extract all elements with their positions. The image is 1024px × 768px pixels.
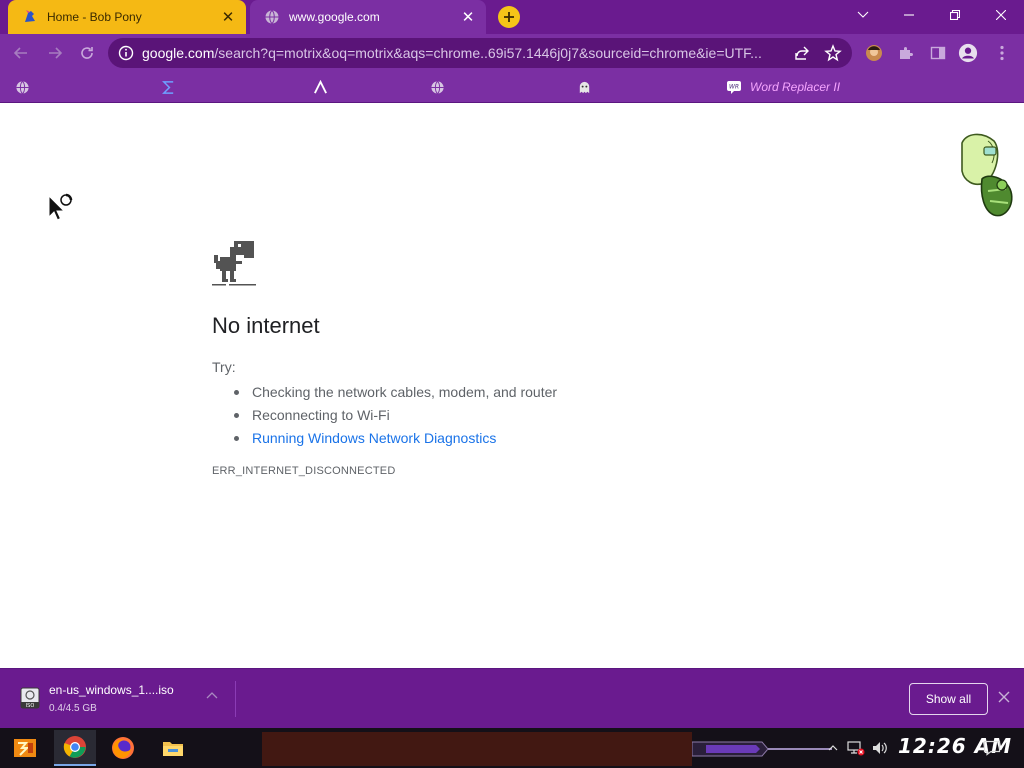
download-shelf: ISO en-us_windows_1....iso 0.4/4.5 GB Sh… xyxy=(0,668,1024,728)
download-item[interactable]: ISO en-us_windows_1....iso 0.4/4.5 GB xyxy=(18,681,236,717)
suggestion-item: Checking the network cables, modem, and … xyxy=(234,381,557,404)
show-all-downloads-button[interactable]: Show all xyxy=(909,683,988,715)
globe-icon xyxy=(265,10,279,24)
bookmark-4[interactable] xyxy=(429,77,453,97)
file-explorer-icon xyxy=(163,742,183,756)
bookmark-2[interactable] xyxy=(160,77,184,97)
offline-dino-icon xyxy=(212,241,256,286)
forward-arrow-icon xyxy=(49,47,63,59)
tab-close-button[interactable]: ✕ xyxy=(460,9,476,26)
desktop-mascot-character xyxy=(961,133,1013,217)
profile-button[interactable] xyxy=(958,43,978,63)
side-panel-button[interactable] xyxy=(928,43,948,63)
tab-close-button[interactable]: ✕ xyxy=(220,9,236,26)
iso-file-icon: ISO xyxy=(20,687,40,709)
back-arrow-icon xyxy=(13,47,27,59)
taskbar-file-explorer[interactable] xyxy=(152,730,194,766)
extensions-button[interactable] xyxy=(896,43,916,63)
taskbar-theme-decoration xyxy=(692,741,832,757)
chevron-up-icon[interactable] xyxy=(206,691,218,699)
bookmark-word-replacer[interactable]: WR Word Replacer II xyxy=(726,77,840,97)
browser-toolbar: google.com/search?q=motrix&oq=motrix&aqs… xyxy=(0,34,1024,72)
forward-button[interactable] xyxy=(42,40,68,66)
plus-icon xyxy=(504,12,514,22)
reload-button[interactable] xyxy=(74,40,100,66)
puzzle-icon xyxy=(900,46,914,59)
error-title: No internet xyxy=(212,313,320,338)
tab-title: Home - Bob Pony xyxy=(47,10,142,24)
wr-extension-icon: WR xyxy=(726,79,742,95)
firefox-icon xyxy=(112,737,134,759)
share-icon[interactable] xyxy=(794,45,810,61)
bookmark-5[interactable] xyxy=(576,77,600,97)
speaker-icon xyxy=(873,742,887,754)
tab-google[interactable]: www.google.com ✕ xyxy=(250,0,486,34)
suggestions-list: Checking the network cables, modem, and … xyxy=(234,381,557,450)
error-page: No internet Try: Checking the network ca… xyxy=(0,103,1024,668)
svg-text:ISO: ISO xyxy=(26,703,35,709)
tab-title: www.google.com xyxy=(289,10,380,24)
chevron-down-icon xyxy=(857,11,869,18)
network-disconnected-icon xyxy=(847,741,865,756)
windows-taskbar: 12:26 AM xyxy=(0,728,1024,768)
start-button[interactable] xyxy=(4,730,46,766)
close-icon xyxy=(996,10,1006,20)
new-tab-button[interactable] xyxy=(498,6,520,28)
close-window-button[interactable] xyxy=(978,0,1024,30)
network-status[interactable] xyxy=(846,738,866,758)
taskbar-chrome[interactable] xyxy=(54,730,96,766)
extension-face-icon xyxy=(866,45,882,61)
url-path: /search?q=motrix&oq=motrix&aqs=chrome..6… xyxy=(214,45,762,61)
ghost-icon xyxy=(576,79,592,95)
more-vert-icon xyxy=(1000,45,1004,61)
side-panel-icon xyxy=(930,46,946,60)
bookmark-3[interactable] xyxy=(312,77,336,97)
extension-avatar-icon[interactable] xyxy=(864,43,884,63)
url-text[interactable]: google.com/search?q=motrix&oq=motrix&aqs… xyxy=(142,45,782,61)
chrome-menu-button[interactable] xyxy=(992,43,1012,63)
pony-icon xyxy=(25,10,35,22)
busy-cursor-icon xyxy=(48,193,73,221)
address-bar[interactable]: google.com/search?q=motrix&oq=motrix&aqs… xyxy=(108,38,852,68)
bookmark-1[interactable] xyxy=(14,77,38,97)
notification-icon xyxy=(983,740,1001,756)
download-filename: en-us_windows_1....iso xyxy=(49,683,174,697)
tab-search-button[interactable] xyxy=(840,0,886,30)
volume-control[interactable] xyxy=(870,738,890,758)
try-label: Try: xyxy=(212,359,236,375)
error-code: ERR_INTERNET_DISCONNECTED xyxy=(212,465,396,477)
site-info-icon[interactable] xyxy=(118,45,134,61)
restore-button[interactable] xyxy=(932,0,978,30)
sigma-icon xyxy=(160,79,176,95)
restore-icon xyxy=(950,10,960,20)
bookmarks-bar: WR Word Replacer II xyxy=(0,72,1024,103)
tab-strip: Home - Bob Pony ✕ www.google.com ✕ xyxy=(0,0,1024,34)
minimize-icon xyxy=(904,14,914,16)
show-hidden-icons-button[interactable] xyxy=(826,738,840,758)
close-icon[interactable] xyxy=(998,691,1010,703)
svg-text:WR: WR xyxy=(729,84,739,91)
suggestion-item: Reconnecting to Wi-Fi xyxy=(234,404,557,427)
profile-icon xyxy=(958,43,978,63)
url-host: google.com xyxy=(142,45,215,61)
download-progress: 0.4/4.5 GB xyxy=(49,703,97,714)
bookmark-label: Word Replacer II xyxy=(750,80,841,94)
network-diagnostics-link[interactable]: Running Windows Network Diagnostics xyxy=(234,427,557,450)
chrome-icon xyxy=(63,736,86,758)
lambda-icon xyxy=(312,79,328,95)
globe-icon xyxy=(14,79,30,95)
back-button[interactable] xyxy=(8,40,34,66)
globe-icon xyxy=(429,79,445,95)
chevron-up-icon xyxy=(828,745,838,751)
minimize-button[interactable] xyxy=(886,0,932,30)
bookmark-star-icon[interactable] xyxy=(824,44,842,62)
tab-home[interactable]: Home - Bob Pony ✕ xyxy=(8,0,246,34)
reload-icon xyxy=(81,47,93,59)
taskbar-wallpaper-strip xyxy=(262,732,692,766)
action-center-button[interactable] xyxy=(982,738,1002,758)
start-icon xyxy=(14,739,36,757)
taskbar-firefox[interactable] xyxy=(102,730,144,766)
